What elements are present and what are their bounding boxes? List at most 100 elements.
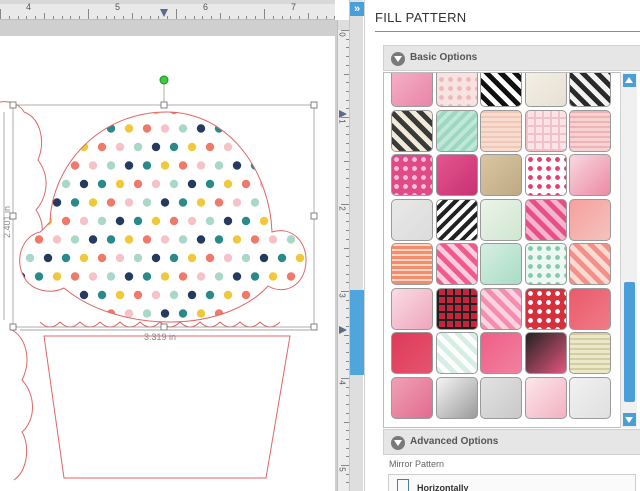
ruler-tick — [246, 16, 248, 19]
mirror-horizontal-option[interactable]: Horizontally — [388, 474, 636, 491]
pattern-swatch-confetti-dots[interactable] — [524, 154, 567, 196]
canvas-margin — [0, 20, 335, 36]
panel-toggle-strip: » — [349, 0, 364, 491]
ruler-position-marker[interactable] — [339, 326, 347, 334]
pattern-swatch-hot-pink-texture[interactable] — [435, 154, 478, 196]
panel-title: FILL PATTERN — [375, 10, 467, 25]
ruler-tick — [26, 16, 28, 19]
pattern-swatch-red-white-dots[interactable] — [524, 287, 567, 330]
ruler-tick — [290, 16, 292, 19]
pattern-swatch-pink-watercolor[interactable] — [391, 376, 433, 419]
design-canvas[interactable] — [0, 36, 335, 491]
scroll-down-arrow-icon[interactable] — [623, 413, 636, 426]
panel-drag-handle[interactable] — [350, 290, 364, 375]
pattern-swatch-mint-leaf[interactable] — [480, 243, 522, 285]
pattern-swatch-gray-paper[interactable] — [480, 376, 522, 419]
ruler-position-marker[interactable] — [160, 9, 168, 17]
app-window: 4 5 6 7 0 1 2 3 4 5 » 2.401 in 3.319 in … — [0, 0, 640, 491]
pattern-swatch-light-gray[interactable] — [391, 198, 433, 241]
pattern-swatch-mint-chevron[interactable] — [435, 109, 478, 152]
ruler-tick — [341, 465, 349, 466]
pattern-swatch-mint-stripes[interactable] — [435, 332, 478, 374]
pattern-swatch-pink-diagonal-stripes[interactable] — [524, 198, 567, 241]
pattern-swatch-coral-solid[interactable] — [569, 287, 611, 330]
pattern-swatch-blush-grid[interactable] — [524, 109, 567, 152]
scroll-thumb[interactable] — [624, 282, 635, 402]
ruler-number: 4 — [337, 380, 347, 385]
ruler-number: 3 — [337, 293, 347, 298]
ruler-tick — [149, 16, 151, 19]
ruler-tick — [105, 16, 107, 19]
ruler-tick — [325, 16, 327, 19]
pattern-swatch-black-floral[interactable] — [524, 332, 567, 374]
pattern-swatch-pink-herringbone[interactable] — [480, 287, 522, 330]
ruler-tick — [61, 16, 63, 19]
pattern-swatch-grid — [383, 72, 637, 428]
pattern-scrollbar[interactable] — [620, 72, 637, 428]
ruler-tick — [202, 16, 204, 19]
ruler-position-marker[interactable] — [339, 110, 347, 118]
ruler-number: 2 — [337, 206, 347, 211]
width-dimension-label: 3.319 in — [144, 332, 177, 342]
ruler-tick — [341, 204, 349, 205]
pattern-swatch-red-black-plaid[interactable] — [435, 287, 478, 330]
basic-options-header[interactable]: Basic Options — [383, 45, 640, 71]
advanced-options-label: Advanced Options — [410, 436, 499, 447]
ruler-tick — [176, 9, 177, 19]
pattern-swatch-pale-gray[interactable] — [569, 376, 611, 419]
pattern-swatch-pink-cream-dots[interactable] — [435, 73, 478, 107]
ruler-tick — [184, 16, 186, 19]
pattern-swatch-pink-gradient[interactable] — [524, 376, 567, 419]
pattern-swatch-cream-paper[interactable] — [524, 73, 567, 107]
ruler-tick — [237, 16, 239, 19]
ruler-number: 4 — [26, 2, 32, 12]
pattern-swatch-pink-floral-pale[interactable] — [391, 287, 433, 330]
pattern-swatch-pink-solid[interactable] — [480, 332, 522, 374]
ruler-tick — [211, 16, 213, 19]
pattern-swatch-peach-linen[interactable] — [480, 109, 522, 152]
pattern-swatch-newspaper[interactable] — [435, 376, 478, 419]
pattern-swatch-raspberry-solid[interactable] — [391, 332, 433, 374]
ruler-tick — [299, 16, 301, 19]
pattern-swatch-magenta-dots[interactable] — [391, 154, 433, 196]
pattern-swatch-pink-stripes-bold[interactable] — [435, 243, 478, 285]
pattern-swatch-coral-stripes[interactable] — [569, 243, 611, 285]
scroll-up-arrow-icon[interactable] — [623, 74, 636, 87]
pattern-swatch-black-diagonal[interactable] — [569, 73, 611, 107]
pattern-swatch-cream-mint[interactable] — [480, 198, 522, 241]
collapse-chevron-icon[interactable] — [391, 436, 405, 450]
ruler-tick — [341, 30, 349, 31]
ruler-number: 5 — [337, 467, 347, 472]
pattern-swatch-coral-feather[interactable] — [569, 198, 611, 241]
ruler-number: 5 — [115, 2, 121, 12]
pattern-swatch-black-triangles[interactable] — [435, 198, 478, 241]
collapse-chevron-icon[interactable] — [391, 52, 405, 66]
pattern-swatch-pink-floral[interactable] — [391, 73, 433, 107]
ruler-tick — [308, 13, 309, 19]
ruler-tick — [123, 16, 125, 19]
ruler-number: 7 — [291, 2, 297, 12]
ruler-tick — [281, 16, 283, 19]
ruler-tick — [88, 9, 89, 19]
pattern-swatch-black-white-stripes[interactable] — [480, 73, 522, 107]
pattern-swatch-vintage-tan[interactable] — [480, 154, 522, 196]
ruler-tick — [17, 16, 19, 19]
advanced-options-header[interactable]: Advanced Options — [383, 429, 640, 455]
pattern-swatch-black-cream-stripes[interactable] — [391, 109, 433, 152]
pattern-swatch-pink-lines[interactable] — [569, 109, 611, 152]
ruler-tick — [79, 16, 81, 19]
ruler-number: 0 — [337, 32, 347, 37]
double-chevron-right-icon[interactable]: » — [350, 2, 364, 16]
ruler-tick — [140, 16, 142, 19]
height-dimension-label: 2.401 in — [2, 205, 12, 238]
pattern-swatch-cream-linen[interactable] — [569, 332, 611, 374]
mirror-horizontal-icon[interactable] — [397, 479, 409, 491]
pattern-swatch-pink-heart[interactable] — [569, 154, 611, 196]
pattern-swatch-orange-waves[interactable] — [391, 243, 433, 285]
ruler-tick — [52, 16, 54, 19]
ruler-tick — [341, 291, 349, 292]
pattern-swatch-mint-dots[interactable] — [524, 243, 567, 285]
ruler-tick — [114, 16, 116, 19]
mirror-horizontal-label: Horizontally — [417, 483, 469, 491]
horizontal-ruler: 4 5 6 7 — [0, 0, 335, 20]
